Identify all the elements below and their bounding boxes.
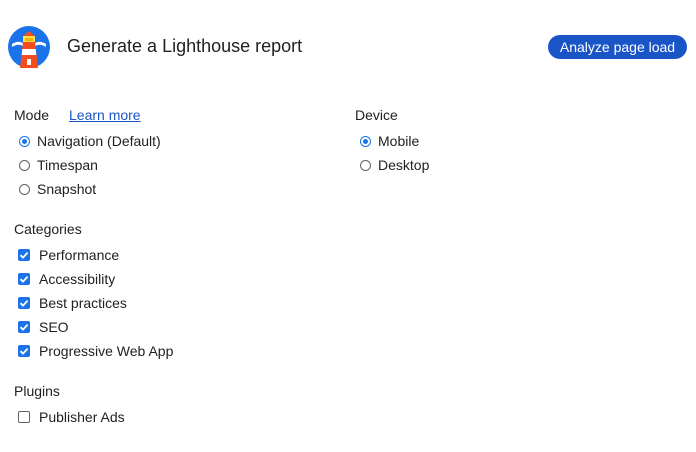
category-pwa[interactable]: Progressive Web App xyxy=(18,341,173,361)
category-label: Accessibility xyxy=(39,271,116,287)
category-label: Performance xyxy=(39,247,120,263)
mode-label: Mode xyxy=(14,107,50,123)
radio-mobile[interactable] xyxy=(360,135,371,147)
mode-option-snapshot[interactable]: Snapshot xyxy=(19,179,96,199)
radio-snapshot[interactable] xyxy=(19,183,30,195)
device-option-mobile[interactable]: Mobile xyxy=(360,131,419,151)
plugin-label: Publisher Ads xyxy=(39,409,125,425)
category-label: Progressive Web App xyxy=(39,343,174,359)
mode-option-label: Timespan xyxy=(37,157,98,173)
radio-navigation[interactable] xyxy=(19,135,30,147)
check-icon xyxy=(19,323,29,331)
checkbox-best-practices[interactable] xyxy=(18,297,30,309)
category-best-practices[interactable]: Best practices xyxy=(18,293,127,313)
categories-label: Categories xyxy=(14,221,82,237)
plugin-publisher-ads[interactable]: Publisher Ads xyxy=(18,407,125,427)
check-icon xyxy=(19,251,29,259)
page-title: Generate a Lighthouse report xyxy=(67,36,303,56)
lighthouse-logo-icon xyxy=(8,26,50,68)
check-icon xyxy=(19,275,29,283)
mode-option-navigation[interactable]: Navigation (Default) xyxy=(19,131,161,151)
analyze-page-load-button[interactable]: Analyze page load xyxy=(548,35,687,59)
category-accessibility[interactable]: Accessibility xyxy=(18,269,115,289)
radio-timespan[interactable] xyxy=(19,159,30,171)
device-option-desktop[interactable]: Desktop xyxy=(360,155,429,175)
mode-option-label: Navigation (Default) xyxy=(37,133,161,149)
device-label: Device xyxy=(355,107,398,123)
category-seo[interactable]: SEO xyxy=(18,317,69,337)
radio-desktop[interactable] xyxy=(360,159,371,171)
category-label: Best practices xyxy=(39,295,127,311)
learn-more-link[interactable]: Learn more xyxy=(69,107,141,123)
checkbox-pwa[interactable] xyxy=(18,345,30,357)
mode-option-label: Snapshot xyxy=(37,181,97,197)
device-option-label: Desktop xyxy=(378,157,430,173)
category-label: SEO xyxy=(39,319,69,335)
checkbox-accessibility[interactable] xyxy=(18,273,30,285)
checkbox-seo[interactable] xyxy=(18,321,30,333)
checkbox-publisher-ads[interactable] xyxy=(18,411,30,423)
mode-option-timespan[interactable]: Timespan xyxy=(19,155,98,175)
check-icon xyxy=(19,347,29,355)
check-icon xyxy=(19,299,29,307)
checkbox-performance[interactable] xyxy=(18,249,30,261)
plugins-label: Plugins xyxy=(14,383,60,399)
category-performance[interactable]: Performance xyxy=(18,245,119,265)
device-option-label: Mobile xyxy=(378,133,420,149)
